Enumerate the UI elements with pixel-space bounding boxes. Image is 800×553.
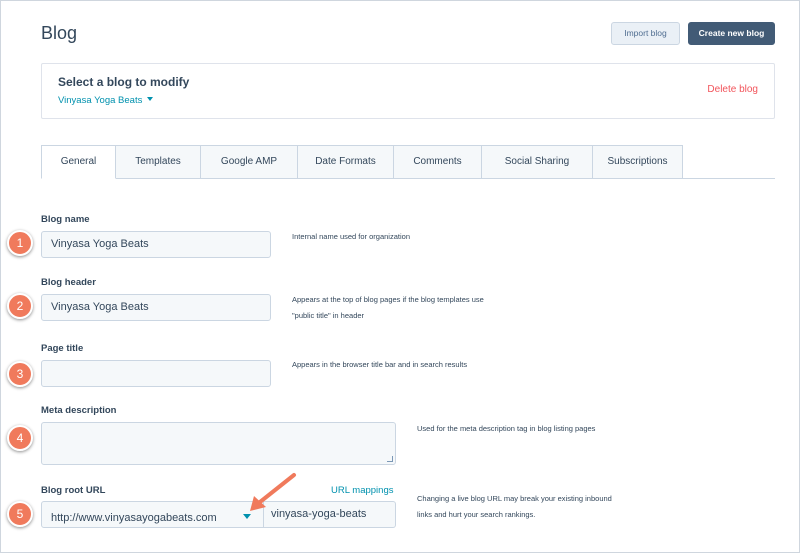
annotation-marker-5: 5	[7, 501, 33, 527]
blog-header-input[interactable]: Vinyasa Yoga Beats	[41, 294, 271, 321]
blog-name-input[interactable]: Vinyasa Yoga Beats	[41, 231, 271, 258]
annotation-arrow-icon	[250, 473, 296, 511]
page-title: Blog	[41, 23, 78, 43]
create-new-blog-button[interactable]: Create new blog	[688, 22, 775, 45]
blog-name-label: Blog name	[41, 214, 90, 225]
root-url-help-line1: Changing a live blog URL may break your …	[417, 494, 612, 503]
annotation-marker-4: 4	[7, 425, 33, 451]
resize-grip-icon[interactable]	[387, 456, 393, 462]
annotation-marker-1: 1	[7, 230, 33, 256]
root-url-help-line2: links and hurt your search rankings.	[417, 510, 536, 519]
app-frame: Blog Import blog Create new blog Select …	[0, 0, 800, 553]
blog-header-help: Appears at the top of blog pages if the …	[292, 292, 484, 324]
domain-select[interactable]: http://www.vinyasayogabeats.com	[41, 501, 264, 528]
url-mappings-link[interactable]: URL mappings	[331, 485, 393, 496]
blog-name-help: Internal name used for organization	[292, 232, 410, 241]
blog-selector-card: Select a blog to modify Vinyasa Yoga Bea…	[41, 63, 775, 119]
tab-general[interactable]: General	[41, 145, 116, 179]
blog-dropdown[interactable]: Vinyasa Yoga Beats	[58, 95, 154, 106]
page-title-input[interactable]	[41, 360, 271, 387]
import-blog-button[interactable]: Import blog	[611, 22, 680, 45]
page-title-help: Appears in the browser title bar and in …	[292, 360, 468, 369]
tab-social-sharing[interactable]: Social Sharing	[482, 145, 593, 179]
settings-tabs: General Templates Google AMP Date Format…	[41, 145, 775, 179]
domain-value: http://www.vinyasayogabeats.com	[51, 512, 217, 524]
annotation-marker-2: 2	[7, 293, 33, 319]
tab-comments[interactable]: Comments	[394, 145, 482, 179]
caret-down-icon	[147, 97, 154, 102]
tab-google-amp[interactable]: Google AMP	[201, 145, 298, 179]
meta-description-textarea[interactable]	[41, 422, 396, 465]
meta-description-label: Meta description	[41, 405, 117, 416]
root-url-help: Changing a live blog URL may break your …	[417, 491, 612, 523]
root-url-label: Blog root URL	[41, 485, 106, 496]
blog-header-label: Blog header	[41, 277, 96, 288]
delete-blog-link[interactable]: Delete blog	[707, 84, 758, 95]
blog-header-help-line2: "public title" in header	[292, 311, 365, 320]
annotation-marker-3: 3	[7, 361, 33, 387]
blog-header-help-line1: Appears at the top of blog pages if the …	[292, 295, 484, 304]
selector-heading: Select a blog to modify	[58, 75, 190, 89]
meta-description-help: Used for the meta description tag in blo…	[417, 424, 596, 433]
selected-blog-label: Vinyasa Yoga Beats	[58, 95, 143, 106]
page-title-label: Page title	[41, 343, 84, 354]
tab-date-formats[interactable]: Date Formats	[298, 145, 394, 179]
tab-subscriptions[interactable]: Subscriptions	[593, 145, 683, 179]
tab-templates[interactable]: Templates	[116, 145, 201, 179]
